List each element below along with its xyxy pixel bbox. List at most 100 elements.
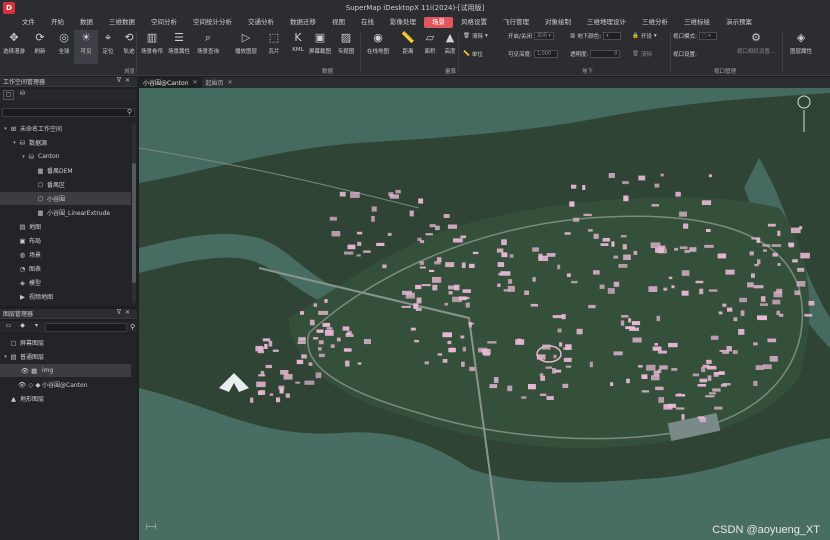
ribbon-tool-10[interactable]: ⬚ 瓦片 bbox=[262, 30, 286, 64]
ribbon-tool-2[interactable]: ◎ 全球 bbox=[52, 30, 76, 64]
workspace-search-input[interactable]: ⚲ bbox=[2, 108, 135, 117]
expand-arrow-icon[interactable]: ▾ bbox=[2, 354, 9, 360]
building-block bbox=[753, 342, 758, 346]
building-block bbox=[461, 361, 465, 367]
tree-item[interactable]: ◈ 模型 bbox=[0, 276, 131, 289]
menu-item-10[interactable]: 影像处理 bbox=[382, 17, 424, 28]
satellite-scene[interactable] bbox=[139, 88, 830, 540]
menu-item-6[interactable]: 交通分析 bbox=[240, 17, 282, 28]
ribbon-tool-9[interactable]: ▷ 播放图层 bbox=[234, 30, 258, 64]
scene-view[interactable]: ├──┤ CSDN @aoyueng_XT bbox=[139, 88, 830, 540]
open-setting[interactable]: 🔒 开设 ▾ bbox=[632, 32, 657, 40]
underground-state-select[interactable]: 关闭 ▾ bbox=[533, 32, 554, 40]
expand-arrow-icon[interactable]: ▾ bbox=[20, 154, 27, 160]
ribbon-tool-8[interactable]: ⌕ 场景查询 bbox=[196, 30, 220, 64]
tree-item-icon: ⬠ bbox=[37, 194, 44, 203]
tree-item-icon: ▶ bbox=[20, 292, 25, 301]
close-icon[interactable]: ✕ bbox=[228, 79, 233, 86]
menu-item-2[interactable]: 数据 bbox=[72, 17, 101, 28]
menu-item-15[interactable]: 三维地理设计 bbox=[579, 17, 634, 28]
tree-item[interactable]: ▣ 布局 bbox=[0, 234, 131, 247]
folder-icon[interactable]: ▭ bbox=[3, 322, 14, 332]
ribbon-tool-14[interactable]: ◉ 在线地图 bbox=[366, 30, 390, 64]
menu-item-12[interactable]: 风格设置 bbox=[453, 17, 495, 28]
compass-widget[interactable] bbox=[796, 94, 812, 134]
workspace-scrollbar[interactable] bbox=[132, 123, 136, 303]
ribbon-tool-0[interactable]: ✥ 选择漫游 bbox=[2, 30, 26, 64]
building-block bbox=[276, 397, 281, 403]
tree-item[interactable]: ▾ ⊞ 未命名工作空间 bbox=[0, 122, 131, 135]
transparency-input[interactable]: 0 bbox=[590, 50, 621, 58]
unit-row[interactable]: 📏 单位 bbox=[463, 50, 483, 58]
ribbon-tool-7[interactable]: ☰ 场景属性 bbox=[167, 30, 191, 64]
menu-item-11[interactable]: 场景 bbox=[424, 16, 453, 28]
ribbon-tool-13[interactable]: ▨ 专题图 bbox=[334, 30, 358, 64]
expand-arrow-icon[interactable]: ▾ bbox=[2, 126, 9, 132]
menu-item-16[interactable]: 三维分析 bbox=[634, 17, 676, 28]
tree-item-label: 屏幕图层 bbox=[20, 340, 45, 347]
building-block bbox=[561, 314, 566, 320]
dropdown-icon[interactable]: ▾ bbox=[31, 322, 42, 332]
menu-item-17[interactable]: 三维标绘 bbox=[676, 17, 718, 28]
tree-item[interactable]: ▶ 视频地图 bbox=[0, 290, 131, 303]
menu-item-4[interactable]: 空间分析 bbox=[143, 17, 185, 28]
tree-item[interactable]: 👁 ◇ ◆ 小谷围@Canton bbox=[0, 378, 131, 391]
panel-controls[interactable]: ᐁ✕ bbox=[117, 77, 134, 84]
tree-item[interactable]: ⬠ 番禺区 bbox=[0, 178, 131, 191]
tree-item[interactable]: ▾ ⛁ 数据源 bbox=[0, 136, 131, 149]
tree-item[interactable]: ▾ ⛁ Canton bbox=[0, 150, 131, 163]
menu-item-0[interactable]: 文件 bbox=[14, 17, 43, 28]
menu-item-7[interactable]: 数据迁移 bbox=[282, 17, 324, 28]
ribbon-separator bbox=[458, 32, 459, 72]
viewport-camera-button[interactable]: ⚙ 视口相机设置... bbox=[734, 30, 778, 64]
tree-item[interactable]: ▢ 屏幕图层 bbox=[0, 336, 131, 349]
layer-props-button[interactable]: ◈ 图层属性 bbox=[786, 30, 816, 64]
ribbon-tool-3[interactable]: ☀ 可见 bbox=[74, 30, 98, 64]
underground-color-swatch[interactable]: ▾ bbox=[603, 32, 622, 40]
menu-item-1[interactable]: 开始 bbox=[43, 17, 72, 28]
ribbon-tool-1[interactable]: ⟳ 刷新 bbox=[28, 30, 52, 64]
viewport-mode-select[interactable]: ▢ ▾ bbox=[698, 32, 717, 40]
ribbon-tool-6[interactable]: ▥ 场景卷帘 bbox=[140, 30, 164, 64]
clear-row[interactable]: 🗑 清除 ▾ bbox=[463, 32, 488, 40]
tree-item[interactable]: ▦ 番禺DEM bbox=[0, 164, 131, 177]
layer-style-icon[interactable]: ◆ bbox=[17, 322, 28, 332]
building-block bbox=[326, 327, 333, 330]
menu-item-9[interactable]: 在线 bbox=[353, 17, 382, 28]
tree-item[interactable]: ▤ 地图 bbox=[0, 220, 131, 233]
app-logo-icon[interactable]: D bbox=[3, 2, 15, 14]
datasource-icon[interactable]: ⛁ bbox=[17, 90, 28, 100]
layer-search-input[interactable] bbox=[45, 322, 127, 332]
menu-item-3[interactable]: 三维数据 bbox=[101, 17, 143, 28]
layer-panel-controls[interactable]: ᐁ✕ bbox=[117, 309, 134, 316]
tree-item[interactable]: ⬠ 小谷围 bbox=[0, 192, 131, 205]
menu-item-18[interactable]: 演示预案 bbox=[718, 17, 760, 28]
underground-color[interactable]: ▥ 地下颜色: ▾ bbox=[570, 32, 622, 40]
close-icon[interactable]: ✕ bbox=[193, 79, 198, 86]
tree-item[interactable]: ▲ 地形图层 bbox=[0, 392, 131, 405]
menu-item-5[interactable]: 空间统计分析 bbox=[185, 17, 240, 28]
ribbon-tool-15[interactable]: 📏 距离 bbox=[396, 30, 420, 64]
tree-item[interactable]: 👁 ▦ img bbox=[0, 364, 131, 377]
tree-item[interactable]: ▾ ▤ 普通图层 bbox=[0, 350, 131, 363]
tree-item[interactable]: ◍ 场景 bbox=[0, 248, 131, 261]
map-tab[interactable]: 小谷围@Canton ✕ bbox=[139, 77, 202, 88]
tree-item[interactable]: ◔ 图表 bbox=[0, 262, 131, 275]
ribbon-tool-5[interactable]: ⟲ 轨迹 bbox=[117, 30, 141, 64]
menu-item-13[interactable]: 飞行管理 bbox=[495, 17, 537, 28]
visible-depth-input[interactable]: 1,000 bbox=[533, 50, 558, 58]
expand-arrow-icon[interactable]: ▾ bbox=[11, 140, 18, 146]
building-block bbox=[350, 192, 360, 198]
clear2-row[interactable]: 🗑 清除 bbox=[632, 50, 652, 58]
ribbon-tool-11[interactable]: K KML bbox=[286, 30, 310, 64]
open-workspace-icon[interactable]: ▢ bbox=[3, 90, 14, 100]
workspace-scroll-thumb[interactable] bbox=[132, 163, 136, 283]
menu-item-14[interactable]: 对象绘制 bbox=[537, 17, 579, 28]
underground-toggle[interactable]: 开启/关闭 关闭 ▾ bbox=[508, 32, 554, 40]
map-tab[interactable]: 起始页 ✕ bbox=[202, 77, 237, 88]
building-block bbox=[313, 337, 319, 340]
ribbon-tool-12[interactable]: ▣ 屏幕截图 bbox=[308, 30, 332, 64]
tree-item[interactable]: ▦ 小谷围_LinearExtrude bbox=[0, 206, 131, 219]
menu-item-8[interactable]: 视图 bbox=[324, 17, 353, 28]
layer-search-icon[interactable]: ⚲ bbox=[130, 323, 135, 331]
